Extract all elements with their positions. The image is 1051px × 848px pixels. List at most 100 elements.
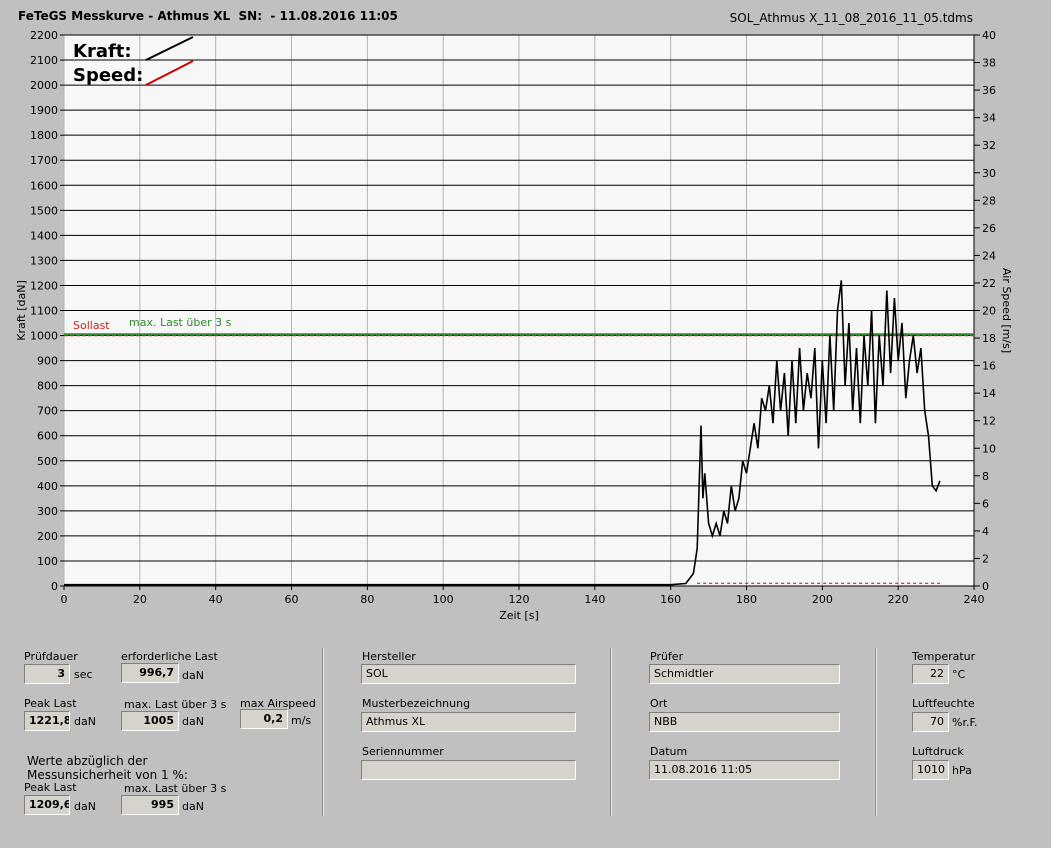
y2-tick-label: 6 bbox=[982, 497, 989, 510]
peak-last2-label: Peak Last bbox=[24, 781, 77, 794]
peak-last-field: 1221,8 bbox=[24, 711, 70, 731]
y2-tick-label: 26 bbox=[982, 222, 996, 235]
muster-label: Musterbezeichnung bbox=[362, 697, 471, 710]
y2-tick-label: 36 bbox=[982, 84, 996, 97]
y2-tick-label: 40 bbox=[982, 29, 996, 42]
y-tick-label: 600 bbox=[37, 430, 58, 443]
peak-last-unit: daN bbox=[74, 715, 96, 728]
y2-tick-label: 2 bbox=[982, 552, 989, 565]
y-tick-label: 2000 bbox=[30, 79, 58, 92]
y2-tick-label: 18 bbox=[982, 332, 996, 345]
max-last-unit: daN bbox=[182, 715, 204, 728]
y2-tick-label: 22 bbox=[982, 277, 996, 290]
y-tick-label: 1100 bbox=[30, 305, 58, 318]
y-tick-label: 1600 bbox=[30, 179, 58, 192]
y-tick-label: 700 bbox=[37, 405, 58, 418]
y-tick-label: 1400 bbox=[30, 229, 58, 242]
y2-tick-label: 16 bbox=[982, 360, 996, 373]
luftfeuchte-unit: %r.F. bbox=[952, 716, 978, 729]
y2-tick-label: 12 bbox=[982, 415, 996, 428]
y-tick-label: 1500 bbox=[30, 204, 58, 217]
y2-tick-label: 32 bbox=[982, 139, 996, 152]
y2-axis-label: Air Speed [m/s] bbox=[1000, 268, 1013, 353]
x-tick-label: 60 bbox=[285, 593, 299, 606]
x-tick-label: 80 bbox=[360, 593, 374, 606]
pruefer-field: Schmidtler bbox=[649, 664, 840, 684]
y-tick-label: 2200 bbox=[30, 29, 58, 42]
max-last2-unit: daN bbox=[182, 800, 204, 813]
pruefdauer-label: Prüfdauer bbox=[24, 650, 78, 663]
x-tick-label: 100 bbox=[433, 593, 454, 606]
erf-last-unit: daN bbox=[182, 669, 204, 682]
x-axis-label: Zeit [s] bbox=[499, 609, 538, 622]
separator-2 bbox=[610, 648, 612, 816]
max-last-label: max. Last über 3 s bbox=[124, 698, 227, 711]
peak-last-label: Peak Last bbox=[24, 697, 77, 710]
reference-label-sollast: Sollast bbox=[73, 319, 110, 332]
werte-note-line2: Messunsicherheit von 1 %: bbox=[27, 768, 188, 782]
legend-label: Kraft: bbox=[73, 41, 132, 62]
ort-field: NBB bbox=[649, 712, 840, 732]
luftdruck-unit: hPa bbox=[952, 764, 972, 777]
x-tick-label: 220 bbox=[888, 593, 909, 606]
force-speed-chart: 0 20 40 60 80 100 120 140 160 180 200 220 2400100200… bbox=[15, 29, 1013, 622]
luftfeuchte-label: Luftfeuchte bbox=[912, 697, 975, 710]
max-last2-label: max. Last über 3 s bbox=[124, 782, 227, 795]
x-tick-label: 240 bbox=[964, 593, 985, 606]
reference-label-max-last: max. Last über 3 s bbox=[129, 316, 232, 329]
ort-label: Ort bbox=[650, 697, 668, 710]
y-tick-label: 2100 bbox=[30, 54, 58, 67]
hersteller-field: SOL bbox=[361, 664, 576, 684]
y-tick-label: 0 bbox=[51, 580, 58, 593]
y2-tick-label: 28 bbox=[982, 194, 996, 207]
serien-field bbox=[361, 760, 576, 780]
x-tick-label: 160 bbox=[660, 593, 681, 606]
y-tick-label: 1200 bbox=[30, 279, 58, 292]
x-tick-label: 40 bbox=[209, 593, 223, 606]
x-tick-label: 200 bbox=[812, 593, 833, 606]
y2-tick-label: 20 bbox=[982, 305, 996, 318]
y-tick-label: 200 bbox=[37, 530, 58, 543]
werte-note-line1: Werte abzüglich der bbox=[27, 754, 148, 768]
pruefdauer-unit: sec bbox=[74, 668, 93, 681]
y2-tick-label: 14 bbox=[982, 387, 996, 400]
y2-tick-label: 4 bbox=[982, 525, 989, 538]
y2-tick-label: 0 bbox=[982, 580, 989, 593]
hersteller-label: Hersteller bbox=[362, 650, 416, 663]
y-tick-label: 100 bbox=[37, 555, 58, 568]
erf-last-label: erforderliche Last bbox=[121, 650, 218, 663]
max-last-field: 1005 bbox=[121, 711, 179, 731]
y-tick-label: 800 bbox=[37, 380, 58, 393]
peak-last2-field: 1209,6 bbox=[24, 795, 70, 815]
muster-field: Athmus XL bbox=[361, 712, 576, 732]
y2-tick-label: 10 bbox=[982, 442, 996, 455]
x-tick-label: 180 bbox=[736, 593, 757, 606]
y2-tick-label: 8 bbox=[982, 470, 989, 483]
peak-last2-unit: daN bbox=[74, 800, 96, 813]
y-tick-label: 1900 bbox=[30, 104, 58, 117]
y-tick-label: 900 bbox=[37, 355, 58, 368]
erf-last-field: 996,7 bbox=[121, 663, 179, 683]
y2-tick-label: 38 bbox=[982, 57, 996, 70]
datum-field: 11.08.2016 11:05 bbox=[649, 760, 840, 780]
y2-tick-label: 30 bbox=[982, 167, 996, 180]
x-tick-label: 140 bbox=[584, 593, 605, 606]
y-tick-label: 1300 bbox=[30, 254, 58, 267]
x-tick-label: 120 bbox=[509, 593, 530, 606]
y2-tick-label: 24 bbox=[982, 249, 996, 262]
temperatur-label: Temperatur bbox=[912, 650, 976, 663]
y-tick-label: 1800 bbox=[30, 129, 58, 142]
max-airspeed-unit: m/s bbox=[291, 714, 312, 727]
temperatur-field: 22 bbox=[912, 664, 949, 684]
y-tick-label: 300 bbox=[37, 505, 58, 518]
y-tick-label: 400 bbox=[37, 480, 58, 493]
y2-tick-label: 34 bbox=[982, 112, 996, 125]
temperatur-unit: °C bbox=[952, 668, 966, 681]
y-axis-label: Kraft [daN] bbox=[15, 280, 28, 341]
x-tick-label: 20 bbox=[133, 593, 147, 606]
luftdruck-field: 1010 bbox=[912, 760, 949, 780]
y-tick-label: 500 bbox=[37, 455, 58, 468]
serien-label: Seriennummer bbox=[362, 745, 444, 758]
pruefer-label: Prüfer bbox=[650, 650, 684, 663]
y-tick-label: 1000 bbox=[30, 330, 58, 343]
